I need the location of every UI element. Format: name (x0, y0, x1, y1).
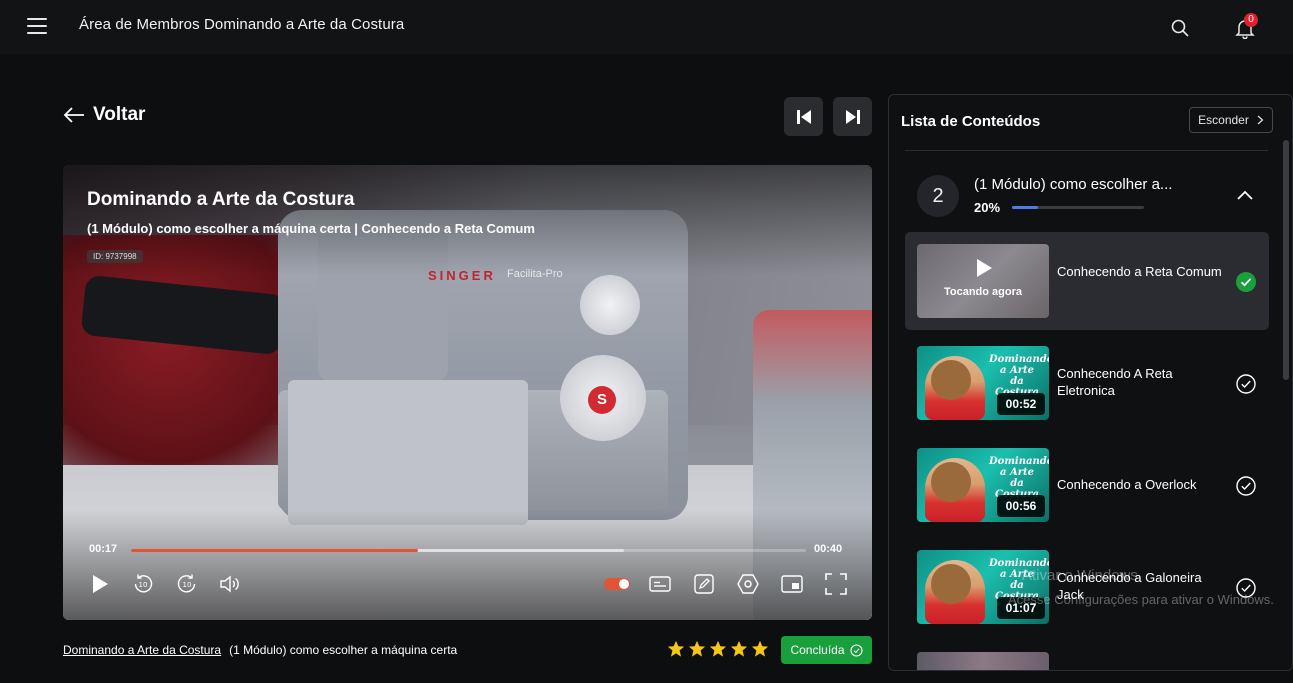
skip-next-icon (845, 109, 860, 124)
check-circle-icon[interactable] (1235, 475, 1257, 497)
thumbnail-logo: Dominandoa Arteda Costura (989, 456, 1049, 500)
breadcrumb-module: (1 Módulo) como escolher a máquina certa (229, 643, 458, 657)
bottom-overlay (63, 510, 872, 620)
panel-title: Lista de Conteúdos (901, 113, 1041, 130)
volume-button[interactable] (219, 572, 243, 596)
lesson-thumbnail: Dominandoa Arteda Costura 00:52 (917, 346, 1049, 420)
now-playing-label: Tocando agora (943, 286, 1023, 298)
module-header[interactable]: 2 (1 Módulo) como escolher a... 20% (905, 151, 1270, 231)
machine-top-dial (580, 275, 640, 335)
back-label: Voltar (93, 104, 146, 125)
app-title: Área de Membros Dominando a Arte da Cost… (79, 16, 405, 33)
video-subtitle: (1 Módulo) como escolher a máquina certa… (87, 221, 535, 236)
forward-button[interactable]: 10 (175, 572, 199, 596)
play-icon (977, 259, 992, 277)
pencil-icon (694, 574, 714, 594)
search-icon[interactable] (1170, 18, 1190, 38)
sewing-machine-free-arm (288, 380, 528, 525)
hamburger-menu-icon[interactable] (27, 18, 47, 36)
arrow-left-icon (63, 107, 84, 123)
lesson-title: Conhecendo a Overlock (1057, 477, 1197, 492)
star-icon[interactable] (688, 640, 706, 658)
total-time: 00:40 (814, 543, 843, 555)
notification-badge: 0 (1244, 13, 1258, 27)
panel-scrollbar[interactable] (1283, 140, 1289, 380)
module-progress-label: 20% (974, 200, 1001, 215)
lesson-title: Conhecendo a Reta Comum (1057, 264, 1222, 279)
module-progress-bar (1012, 206, 1144, 209)
check-circle-icon[interactable] (1235, 373, 1257, 395)
hide-panel-label: Esconder (1198, 113, 1249, 127)
lesson-title: Conhecendo A Reta Eletronica (1057, 366, 1173, 398)
check-circle-filled-icon[interactable] (1235, 271, 1257, 293)
lesson-thumbnail: Tocando agora (917, 244, 1049, 318)
settings-hexagon-icon (737, 574, 759, 594)
autoplay-toggle[interactable] (604, 578, 630, 590)
star-icon[interactable] (730, 640, 748, 658)
top-bar: Área de Membros Dominando a Arte da Cost… (0, 0, 1293, 54)
top-overlay (63, 165, 872, 275)
lesson-duration: 00:52 (997, 393, 1045, 415)
machine-logo-mark: S (588, 386, 616, 414)
skip-previous-icon (796, 109, 811, 124)
breadcrumb: Dominando a Arte da Costura (1 Módulo) c… (63, 643, 457, 657)
module-number: 2 (917, 175, 959, 217)
thumbnail-person (925, 356, 985, 420)
star-icon[interactable] (667, 640, 685, 658)
notes-button[interactable] (692, 572, 716, 596)
video-title: Dominando a Arte da Costura (87, 189, 355, 210)
lesson-thumbnail-partial (917, 652, 1049, 670)
fullscreen-icon (825, 573, 847, 595)
hide-panel-button[interactable]: Esconder (1189, 107, 1273, 133)
lesson-item[interactable]: Dominandoa Arteda Costura 00:52 Conhecen… (905, 334, 1269, 432)
thumbnail-person (925, 458, 985, 522)
forward-icon: 10 (177, 574, 196, 593)
back-button[interactable]: Voltar (63, 104, 145, 126)
module-progress-fill (1012, 206, 1039, 209)
captions-icon (649, 576, 671, 592)
chevron-up-icon (1237, 190, 1253, 200)
picture-in-picture-icon (781, 575, 803, 593)
current-time: 00:17 (89, 543, 118, 555)
video-id-tag: ID: 9737998 (87, 250, 143, 263)
video-progress-bar[interactable] (131, 549, 806, 552)
rewind-button[interactable]: 10 (131, 572, 155, 596)
lesson-item[interactable]: Dominandoa Arteda Costura 01:07 Conhecen… (905, 538, 1269, 636)
rewind-icon: 10 (134, 574, 153, 593)
svg-text:10: 10 (139, 581, 148, 589)
lesson-thumbnail: Dominandoa Arteda Costura 00:56 (917, 448, 1049, 522)
lesson-thumbnail: Dominandoa Arteda Costura 01:07 (917, 550, 1049, 624)
video-player[interactable]: SINGER Facilita-Pro S Dominando a Arte d… (63, 165, 872, 620)
thumbnail-logo: Dominandoa Arteda Costura (989, 354, 1049, 398)
content-list-panel: Lista de Conteúdos Esconder 2 (1 Módulo)… (888, 94, 1293, 671)
play-button[interactable] (88, 572, 112, 596)
completed-button[interactable]: Concluída (781, 636, 872, 664)
rating-stars (667, 640, 769, 658)
activation-watermark-text: Acesse Configurações para ativar o Windo… (1008, 592, 1274, 607)
svg-text:10: 10 (183, 581, 192, 589)
star-icon[interactable] (709, 640, 727, 658)
check-circle-icon (849, 643, 863, 657)
breadcrumb-course-link[interactable]: Dominando a Arte da Costura (63, 643, 221, 657)
module-title: (1 Módulo) como escolher a... (974, 176, 1173, 193)
play-icon (93, 575, 108, 593)
thumbnail-person (925, 560, 985, 624)
captions-button[interactable] (648, 572, 672, 596)
settings-button[interactable] (736, 572, 760, 596)
lesson-duration: 00:56 (997, 495, 1045, 517)
played-range (131, 549, 418, 552)
fullscreen-button[interactable] (824, 572, 848, 596)
next-lesson-button[interactable] (833, 97, 872, 136)
volume-icon (220, 575, 239, 593)
completed-label: Concluída (790, 643, 845, 657)
picture-in-picture-button[interactable] (780, 572, 804, 596)
star-icon[interactable] (751, 640, 769, 658)
previous-lesson-button[interactable] (784, 97, 823, 136)
lesson-item[interactable]: Dominandoa Arteda Costura 00:56 Conhecen… (905, 436, 1269, 534)
activation-watermark-title: Ativar o Windows (1022, 567, 1138, 584)
chevron-right-icon (1257, 115, 1264, 125)
lesson-item[interactable]: Tocando agora Conhecendo a Reta Comum (905, 232, 1269, 330)
